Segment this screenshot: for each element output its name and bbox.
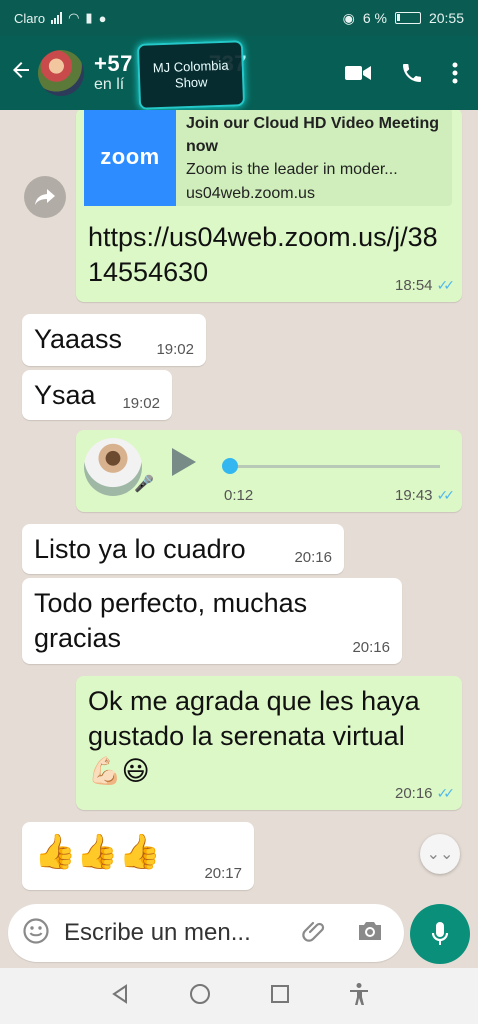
- carrier-label: Claro: [14, 10, 46, 26]
- message-time: 19:02: [122, 395, 160, 412]
- nav-back-icon[interactable]: [109, 983, 131, 1010]
- message-input-placeholder[interactable]: Escribe un men...: [64, 919, 302, 947]
- voice-progress-handle[interactable]: [222, 458, 238, 474]
- voice-progress-track[interactable]: [228, 465, 440, 468]
- read-ticks-icon: ✓✓: [436, 487, 456, 503]
- link-preview-card[interactable]: zoom Join our Cloud HD Video Meeting now…: [84, 110, 452, 206]
- message-link-url[interactable]: https://us04web.zoom.us/j/3814554630: [88, 220, 444, 290]
- message-text: Ok me agrada que les haya gustado la ser…: [88, 686, 420, 787]
- arrow-left-icon[interactable]: [4, 58, 38, 89]
- message-time: 20:16: [394, 785, 433, 802]
- video-call-icon[interactable]: [344, 63, 372, 83]
- message-outgoing-voice[interactable]: 🎤 0:12 19:43 ✓✓: [76, 430, 462, 512]
- microphone-icon[interactable]: [410, 904, 470, 964]
- message-time: 19:02: [156, 341, 194, 358]
- message-time: 20:17: [204, 865, 242, 882]
- more-vert-icon[interactable]: [452, 61, 458, 85]
- sim-icon: ▮: [85, 10, 93, 25]
- mj-colombia-show-watermark: MJ Colombia Show: [136, 40, 246, 110]
- message-incoming[interactable]: Listo ya lo cuadro 20:16: [22, 524, 344, 574]
- message-incoming[interactable]: Todo perfecto, muchas gracias 20:16: [22, 578, 402, 664]
- facebook-notification-icon: ●: [98, 10, 107, 26]
- message-emoji: 👍👍👍: [34, 833, 162, 871]
- message-outgoing-link[interactable]: zoom Join our Cloud HD Video Meeting now…: [76, 110, 462, 302]
- emoji-icon[interactable]: [22, 917, 50, 950]
- message-text: Todo perfecto, muchas gracias: [34, 588, 308, 654]
- message-time: 20:16: [352, 639, 390, 656]
- nav-recents-icon[interactable]: [269, 983, 291, 1010]
- message-time: 18:54: [394, 277, 433, 294]
- system-navigation-bar: [0, 968, 478, 1024]
- message-incoming[interactable]: 👍👍👍 20:17: [22, 822, 254, 890]
- paperclip-icon[interactable]: [302, 918, 328, 949]
- message-incoming[interactable]: Yaaass 19:02: [22, 314, 206, 366]
- chat-area[interactable]: zoom Join our Cloud HD Video Meeting now…: [0, 110, 478, 898]
- clock: 20:55: [428, 10, 464, 26]
- battery-percent: 6 %: [362, 10, 387, 26]
- microphone-badge-icon: 🎤: [134, 476, 154, 493]
- contact-name: +57: [94, 51, 133, 77]
- voice-duration: 0:12: [224, 487, 254, 504]
- composer: Escribe un men...: [0, 898, 478, 968]
- zoom-logo: zoom: [84, 110, 176, 206]
- message-text: Yaaass: [34, 324, 123, 354]
- link-preview-description: Zoom is the leader in moder...: [185, 161, 398, 179]
- battery-icon: [394, 12, 421, 24]
- message-outgoing[interactable]: Ok me agrada que les haya gustado la ser…: [76, 676, 462, 810]
- nav-home-icon[interactable]: [188, 982, 212, 1011]
- message-time: 19:43: [394, 487, 433, 504]
- status-bar: Claro ◠ ▮ ● ◉ 6 % 20:55: [0, 0, 478, 36]
- link-preview-domain: us04web.zoom.us: [185, 184, 315, 202]
- play-icon[interactable]: [172, 448, 196, 476]
- accessibility-icon[interactable]: [348, 982, 370, 1011]
- contact-avatar[interactable]: [38, 50, 84, 96]
- message-time: 20:16: [294, 549, 332, 566]
- link-preview-title: Join our Cloud HD Video Meeting now: [185, 115, 440, 156]
- message-input[interactable]: Escribe un men...: [8, 904, 404, 962]
- signal-icon: [51, 12, 63, 24]
- message-text: Listo ya lo cuadro: [34, 534, 246, 564]
- wifi-icon: ◠: [68, 10, 80, 25]
- message-incoming[interactable]: Ysaa 19:02: [22, 370, 172, 420]
- camera-icon[interactable]: [356, 919, 384, 948]
- chevron-double-down-icon[interactable]: ⌄⌄: [420, 834, 460, 874]
- phone-icon[interactable]: [400, 61, 424, 85]
- forward-icon[interactable]: [24, 176, 66, 218]
- message-text: Ysaa: [34, 380, 96, 410]
- read-ticks-icon: ✓✓: [436, 785, 456, 801]
- eye-comfort-icon: ◉: [342, 9, 355, 26]
- read-ticks-icon: ✓✓: [436, 277, 456, 293]
